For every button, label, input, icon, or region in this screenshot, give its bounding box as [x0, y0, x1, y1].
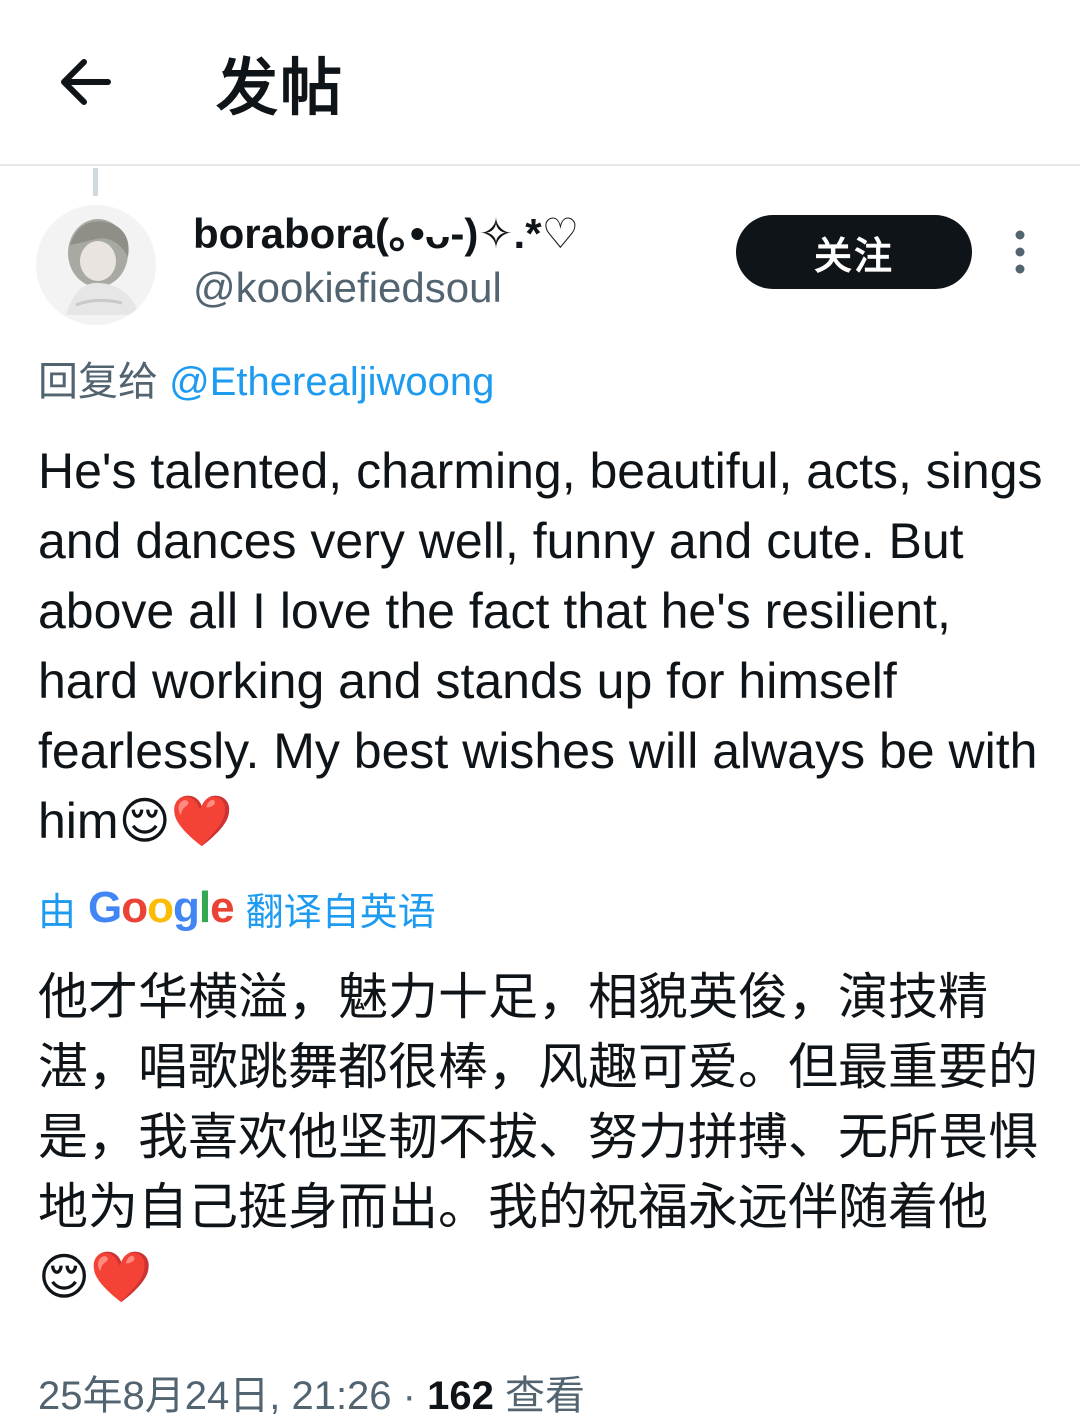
- author-handle[interactable]: @kookiefiedsoul: [193, 262, 502, 314]
- translation-suffix: 翻译自英语: [245, 891, 436, 934]
- reply-context: 回复给 @Etherealjiwoong: [38, 356, 494, 408]
- translation-attribution[interactable]: 由 Google 翻译自英语: [38, 880, 436, 936]
- reply-prefix: 回复给: [38, 360, 170, 404]
- avatar[interactable]: [36, 205, 156, 325]
- translation-prefix: 由: [38, 891, 77, 934]
- avatar-image: [36, 205, 156, 325]
- post-timestamp[interactable]: 25年8月24日, 21:26: [38, 1374, 392, 1418]
- more-vertical-icon: [1015, 230, 1025, 274]
- follow-button[interactable]: 关注: [736, 215, 972, 289]
- back-button[interactable]: [52, 50, 116, 114]
- view-label: 查看: [493, 1374, 585, 1418]
- google-logo: Google: [88, 883, 235, 932]
- post-text: He's talented, charming, beautiful, acts…: [38, 443, 1043, 849]
- translated-text: 他才华横溢，魅力十足，相貌英俊，演技精湛，唱歌跳舞都很棒，风趣可爱。但最重要的是…: [38, 969, 1038, 1305]
- more-options-button[interactable]: [1003, 226, 1037, 278]
- reply-to-link[interactable]: @Etherealjiwoong: [169, 360, 494, 404]
- page-title: 发帖: [216, 54, 345, 123]
- author-display-name[interactable]: borabora(｡•ᴗ-)✧.*♡: [193, 208, 579, 260]
- post-meta: 25年8月24日, 21:26 · 162 查看: [38, 1370, 585, 1422]
- meta-separator: ·: [391, 1374, 428, 1418]
- view-count: 162: [427, 1374, 494, 1418]
- top-bar: 发帖: [0, 0, 1080, 166]
- arrow-left-icon: [61, 59, 111, 105]
- thread-connector-line: [93, 168, 98, 196]
